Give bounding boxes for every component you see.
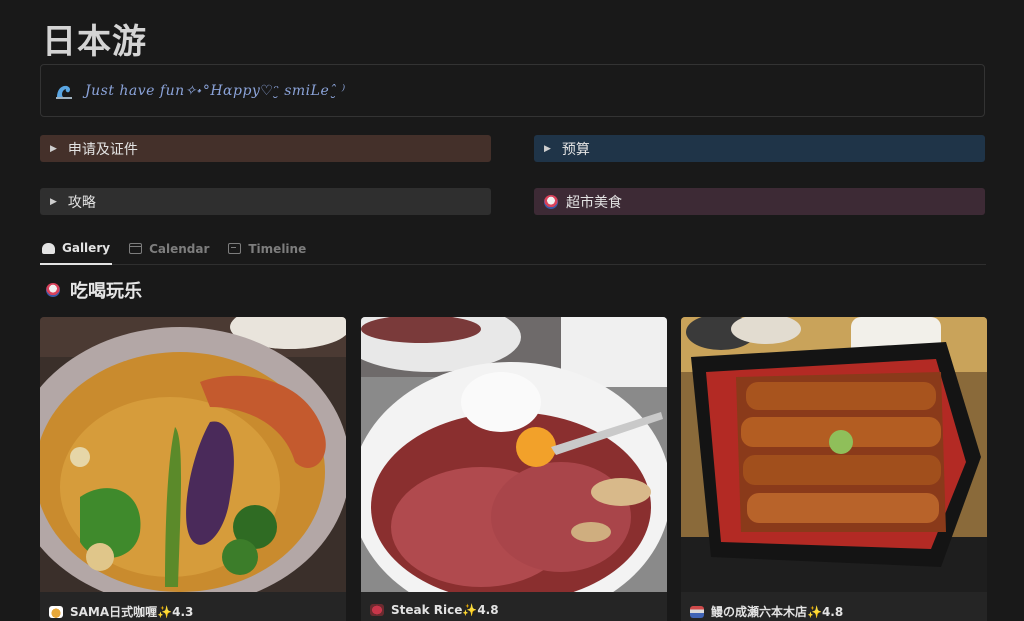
- unagi-photo: [681, 317, 987, 592]
- card-title: 鳗の成瀬六本木店✨4.8: [711, 605, 844, 619]
- tab-label: Gallery: [62, 241, 111, 255]
- toggle-guides[interactable]: ▶ 攻略: [40, 188, 491, 215]
- tab-label: Calendar: [149, 241, 210, 256]
- tab-gallery[interactable]: Gallery: [40, 233, 113, 265]
- gallery-card-curry[interactable]: SAMA日式咖喱✨4.3: [40, 317, 346, 621]
- callout: Just have fun✧˖°Hɑppy♡ᵔ̮ smiLeˆ̮ ⁾: [40, 64, 985, 117]
- section-title: 吃喝玩乐: [70, 281, 142, 302]
- card-title: Steak Rice✨4.8: [391, 603, 499, 617]
- section-heading: 吃喝玩乐: [46, 277, 142, 303]
- curry-icon: [49, 605, 63, 618]
- steak-photo: [361, 317, 667, 592]
- triangle-right-icon: ▶: [50, 143, 57, 154]
- triangle-right-icon: ▶: [50, 196, 57, 207]
- toggle-label: 预算: [561, 141, 590, 158]
- card-title: SAMA日式咖喱✨4.3: [70, 605, 194, 619]
- sushi-icon: [46, 283, 60, 297]
- toggle-label: 申请及证件: [67, 141, 138, 158]
- view-tabs: Gallery Calendar Timeline: [40, 233, 986, 265]
- sushi-icon: [544, 194, 558, 209]
- page-title: 日本游: [42, 22, 147, 62]
- calendar-icon: [129, 243, 143, 254]
- card-caption: SAMA日式咖喱✨4.3: [49, 603, 193, 620]
- toggle-supermarket-food[interactable]: 超市美食: [534, 188, 985, 215]
- tab-timeline[interactable]: Timeline: [226, 233, 308, 264]
- toggle-applications-documents[interactable]: ▶ 申请及证件: [40, 135, 491, 162]
- callout-text: Just have fun✧˖°Hɑppy♡ᵔ̮ smiLeˆ̮ ⁾: [85, 82, 346, 99]
- tokyo-tower-icon: [690, 605, 704, 618]
- curry-photo: [40, 317, 346, 592]
- gallery-icon: [42, 242, 55, 254]
- triangle-right-icon: ▶: [544, 143, 551, 154]
- toggle-budget[interactable]: ▶ 预算: [534, 135, 985, 162]
- card-caption: Steak Rice✨4.8: [370, 603, 499, 617]
- meat-icon: [370, 604, 384, 616]
- toggle-label: 超市美食: [566, 194, 622, 211]
- card-caption: 鳗の成瀬六本木店✨4.8: [690, 603, 843, 620]
- gallery-card-steak[interactable]: Steak Rice✨4.8: [361, 317, 667, 621]
- gallery-card-unagi[interactable]: 鳗の成瀬六本木店✨4.8: [681, 317, 987, 621]
- tab-calendar[interactable]: Calendar: [127, 233, 211, 264]
- timeline-icon: [228, 243, 242, 254]
- wave-icon: [55, 82, 73, 100]
- tab-label: Timeline: [248, 241, 307, 256]
- toggle-label: 攻略: [67, 194, 96, 211]
